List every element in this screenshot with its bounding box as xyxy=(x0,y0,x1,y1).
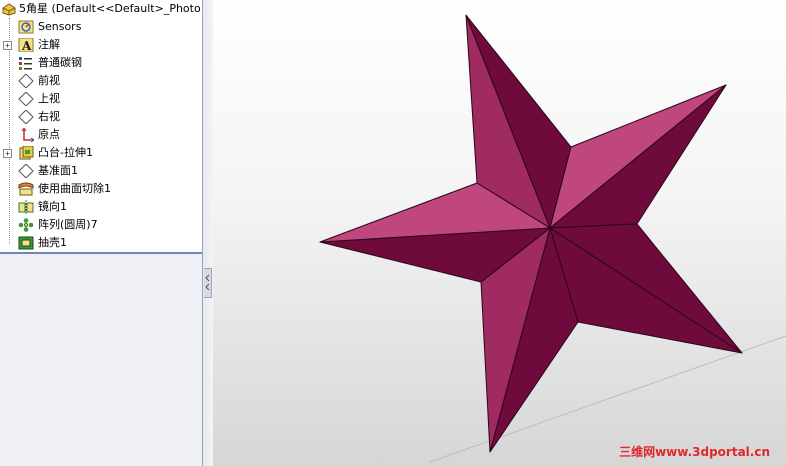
tree-root-label: 5角星 (Default<<Default>_Photo xyxy=(19,2,201,15)
tree-item-label: 使用曲面切除1 xyxy=(38,182,111,195)
tree-item-label: 前视 xyxy=(38,74,60,87)
tree-item-plane1[interactable]: 基准面1 xyxy=(0,162,202,180)
tree-item-sensors[interactable]: Sensors xyxy=(0,18,202,36)
star-model[interactable] xyxy=(213,0,786,466)
tree-root-part[interactable]: 5角星 (Default<<Default>_Photo xyxy=(0,0,202,18)
tree-item-label: 阵列(圆周)7 xyxy=(38,218,98,231)
tree-item-annotations[interactable]: + A 注解 xyxy=(0,36,202,54)
plane-icon xyxy=(18,110,34,124)
star-faces xyxy=(319,14,743,453)
origin-icon xyxy=(21,128,34,142)
expand-toggle[interactable]: + xyxy=(3,41,12,50)
tree-item-label: 镜向1 xyxy=(38,200,67,213)
tree-item-shell[interactable]: 抽壳1 xyxy=(0,234,202,252)
tree-item-label: 注解 xyxy=(38,38,60,51)
svg-text:A: A xyxy=(21,39,32,52)
mirror-icon xyxy=(18,200,34,214)
tree-item-label: 抽壳1 xyxy=(38,236,67,249)
tree-item-label: 凸台-拉伸1 xyxy=(38,146,93,159)
plane-icon xyxy=(18,74,34,88)
tree-item-origin[interactable]: 原点 xyxy=(0,126,202,144)
tree-item-boss-extrude[interactable]: + 凸台-拉伸1 xyxy=(0,144,202,162)
shell-icon xyxy=(18,236,34,250)
splitter-grip-icon xyxy=(205,274,210,291)
tree-item-surface-cut[interactable]: 使用曲面切除1 xyxy=(0,180,202,198)
part-icon xyxy=(2,3,16,16)
annotations-icon: A xyxy=(18,38,34,52)
circular-pattern-icon xyxy=(18,218,34,232)
tree-item-circular-pattern[interactable]: 阵列(圆周)7 xyxy=(0,216,202,234)
material-icon xyxy=(19,57,32,70)
tree-item-label: Sensors xyxy=(38,20,82,33)
sensors-icon xyxy=(18,20,34,34)
boss-extrude-icon xyxy=(19,146,34,160)
feature-tree-items: 5角星 (Default<<Default>_Photo Sensors + A… xyxy=(0,0,202,254)
expand-toggle[interactable]: + xyxy=(3,149,12,158)
surface-cut-icon xyxy=(18,182,34,196)
watermark-text: 三维网www.3dportal.cn xyxy=(619,445,770,459)
tree-item-front-plane[interactable]: 前视 xyxy=(0,72,202,90)
tree-item-top-plane[interactable]: 上视 xyxy=(0,90,202,108)
panel-splitter[interactable] xyxy=(203,0,213,466)
plane-icon xyxy=(18,92,34,106)
graphics-viewport[interactable]: 三维网www.3dportal.cn xyxy=(213,0,786,466)
splitter-handle[interactable] xyxy=(204,268,212,298)
tree-item-label: 基准面1 xyxy=(38,164,78,177)
tree-item-label: 右视 xyxy=(38,110,60,123)
tree-item-label: 普通碳钢 xyxy=(38,56,82,69)
tree-item-right-plane[interactable]: 右视 xyxy=(0,108,202,126)
tree-item-mirror[interactable]: 镜向1 xyxy=(0,198,202,216)
tree-item-label: 上视 xyxy=(38,92,60,105)
plane-icon xyxy=(18,164,34,178)
feature-manager-tree: 5角星 (Default<<Default>_Photo Sensors + A… xyxy=(0,0,203,466)
tree-item-material[interactable]: 普通碳钢 xyxy=(0,54,202,72)
tree-item-label: 原点 xyxy=(38,128,60,141)
